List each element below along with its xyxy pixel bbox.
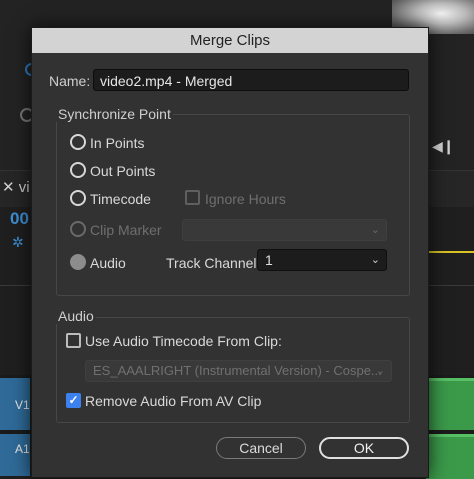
work-area-bar	[426, 251, 474, 253]
clip-marker-label: Clip Marker	[90, 222, 162, 238]
video-clip[interactable]	[426, 378, 474, 430]
audio-clip-select[interactable]: ES_AAALRIGHT (Instrumental Version) - Co…	[85, 360, 392, 382]
in-points-label[interactable]: In Points	[90, 135, 144, 151]
timecode-label[interactable]: Timecode	[90, 191, 151, 207]
audio-group-title: Audio	[56, 308, 96, 324]
clip-marker-select[interactable]: ⌄	[182, 219, 387, 241]
track-channel-label: Track Channel	[166, 255, 257, 271]
ignore-hours-checkbox[interactable]	[185, 190, 200, 205]
track-channel-select[interactable]: 1 ⌄	[257, 249, 387, 271]
chevron-down-icon: ⌄	[370, 224, 380, 236]
step-back-icon[interactable]: ◀❙	[432, 138, 455, 155]
audio-clip-value: ES_AAALRIGHT (Instrumental Version) - Co…	[93, 363, 382, 378]
name-label: Name:	[49, 73, 91, 89]
track-header-a1[interactable]: A1	[0, 434, 30, 476]
name-input[interactable]: video2.mp4 - Merged	[93, 69, 409, 91]
track-label-v1: V1	[15, 398, 30, 412]
audio-radio[interactable]	[70, 254, 86, 270]
timeline-timecode[interactable]: 00	[10, 209, 29, 229]
remove-audio-label[interactable]: Remove Audio From AV Clip	[85, 393, 261, 409]
audio-clip[interactable]	[426, 434, 474, 479]
clip-marker-radio[interactable]	[70, 221, 86, 237]
timecode-radio[interactable]	[70, 190, 86, 206]
cancel-button[interactable]: Cancel	[216, 437, 306, 459]
synchronize-point-title: Synchronize Point	[56, 106, 173, 122]
merge-clips-dialog: Merge Clips Name: video2.mp4 - Merged Sy…	[31, 27, 429, 478]
out-points-radio[interactable]	[70, 162, 86, 178]
use-audio-timecode-checkbox[interactable]	[66, 333, 81, 348]
track-channel-value: 1	[265, 252, 273, 268]
out-points-label[interactable]: Out Points	[90, 163, 155, 179]
dialog-title: Merge Clips	[32, 28, 428, 53]
chevron-down-icon: ⌄	[370, 254, 380, 266]
timeline-tab-label: vi	[18, 179, 30, 196]
in-points-radio[interactable]	[70, 134, 86, 150]
chevron-down-icon: ⌄	[375, 365, 385, 377]
timeline-tab[interactable]: ✕ vi	[2, 178, 30, 196]
audio-label[interactable]: Audio	[90, 255, 126, 271]
close-tab-icon[interactable]: ✕	[2, 179, 15, 196]
snap-icon[interactable]: ✲	[12, 234, 24, 251]
ok-button[interactable]: OK	[319, 437, 409, 459]
track-header-v1[interactable]: V1	[0, 378, 30, 430]
ignore-hours-label: Ignore Hours	[205, 191, 286, 207]
use-audio-timecode-label[interactable]: Use Audio Timecode From Clip:	[85, 333, 282, 349]
track-label-a1: A1	[15, 442, 30, 456]
remove-audio-checkbox[interactable]: ✓	[66, 393, 81, 408]
